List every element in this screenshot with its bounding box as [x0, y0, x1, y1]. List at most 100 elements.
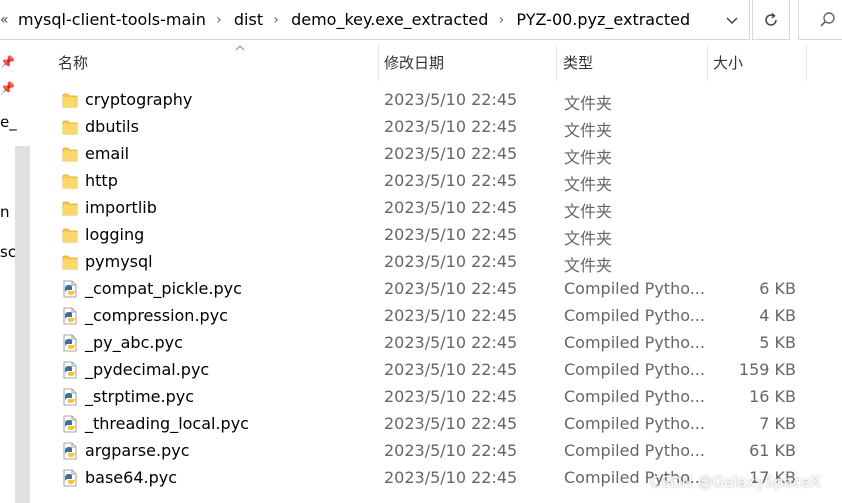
file-size: 5 KB — [759, 333, 796, 352]
column-header-size[interactable]: 大小 — [707, 41, 807, 87]
file-row[interactable]: argparse.pyc 2023/5/10 22:45 Compiled Pyth… — [56, 438, 842, 465]
breadcrumb-item-dist[interactable]: dist — [230, 10, 265, 29]
file-name: importlib — [85, 198, 157, 217]
file-type: Compiled Pytho... — [564, 387, 705, 406]
file-type: 文件夹 — [564, 94, 613, 113]
nav-item-fragment[interactable]: e_ — [0, 113, 17, 131]
file-modified-date: 2023/5/10 22:45 — [384, 252, 518, 271]
file-name: _pydecimal.pyc — [85, 360, 210, 379]
file-list: cryptography 2023/5/10 22:45 文件夹 dbutils 202… — [56, 87, 842, 492]
file-name: _compat_pickle.pyc — [85, 279, 242, 298]
column-divider[interactable] — [806, 45, 807, 81]
column-header-name[interactable]: 名称 — [52, 41, 378, 87]
file-size: 61 KB — [749, 441, 796, 460]
breadcrumb-separator-icon[interactable]: › — [265, 12, 287, 28]
breadcrumb-item-pyz-00-pyz-extracted[interactable]: PYZ-00.pyz_extracted — [512, 10, 692, 29]
file-row[interactable]: _py_abc.pyc 2023/5/10 22:45 Compiled Pytho… — [56, 330, 842, 357]
refresh-button[interactable] — [752, 0, 790, 40]
column-header-type[interactable]: 类型 — [557, 41, 707, 87]
python-file-icon — [63, 361, 77, 379]
file-modified-date: 2023/5/10 22:45 — [384, 360, 518, 379]
file-name: pymysql — [85, 252, 153, 271]
file-row[interactable]: _compression.pyc 2023/5/10 22:45 Compiled … — [56, 303, 842, 330]
file-name: _threading_local.pyc — [85, 414, 249, 433]
file-name: email — [85, 144, 130, 163]
folder-icon — [62, 255, 78, 270]
file-type: Compiled Pytho... — [564, 279, 705, 298]
file-modified-date: 2023/5/10 22:45 — [384, 171, 518, 190]
file-modified-date: 2023/5/10 22:45 — [384, 333, 518, 352]
breadcrumb-separator-icon[interactable]: › — [490, 12, 512, 28]
file-name: _compression.pyc — [85, 306, 228, 325]
file-type: 文件夹 — [564, 175, 613, 194]
python-file-icon — [63, 469, 77, 487]
column-header-date[interactable]: 修改日期 — [378, 41, 556, 87]
file-name: http — [85, 171, 118, 190]
file-row[interactable]: _compat_pickle.pyc 2023/5/10 22:45 Compile… — [56, 276, 842, 303]
file-name: _strptime.pyc — [85, 387, 194, 406]
file-row[interactable]: dbutils 2023/5/10 22:45 文件夹 — [56, 114, 842, 141]
search-box[interactable] — [798, 0, 842, 40]
file-size: 4 KB — [759, 306, 796, 325]
folder-icon — [62, 147, 78, 162]
file-type: 文件夹 — [564, 202, 613, 221]
file-modified-date: 2023/5/10 22:45 — [384, 414, 518, 433]
python-file-icon — [63, 334, 77, 352]
file-name: _py_abc.pyc — [85, 333, 183, 352]
breadcrumb-item-demo-key-exe-extracted[interactable]: demo_key.exe_extracted — [287, 10, 490, 29]
pin-icon: 📌 — [0, 55, 15, 69]
file-modified-date: 2023/5/10 22:45 — [384, 306, 518, 325]
file-type: Compiled Pytho... — [564, 441, 705, 460]
file-row[interactable]: _strptime.pyc 2023/5/10 22:45 Compiled Pyt… — [56, 384, 842, 411]
folder-icon — [62, 174, 78, 189]
file-type: 文件夹 — [564, 121, 613, 140]
file-modified-date: 2023/5/10 22:45 — [384, 279, 518, 298]
file-modified-date: 2023/5/10 22:45 — [384, 90, 518, 109]
file-size: 7 KB — [759, 414, 796, 433]
breadcrumb-overflow-button[interactable]: « — [0, 12, 14, 28]
breadcrumb-separator-icon[interactable]: › — [208, 12, 230, 28]
file-name: argparse.pyc — [85, 441, 190, 460]
file-type: Compiled Pytho... — [564, 414, 705, 433]
breadcrumb[interactable]: « mysql-client-tools-main › dist › demo_… — [0, 0, 750, 40]
file-size: 159 KB — [738, 360, 796, 379]
file-row[interactable]: logging 2023/5/10 22:45 文件夹 — [56, 222, 842, 249]
breadcrumb-item-mysql-client-tools-main[interactable]: mysql-client-tools-main — [14, 10, 208, 29]
file-row[interactable]: http 2023/5/10 22:45 文件夹 — [56, 168, 842, 195]
file-type: Compiled Pytho... — [564, 333, 705, 352]
file-row[interactable]: email 2023/5/10 22:45 文件夹 — [56, 141, 842, 168]
python-file-icon — [63, 388, 77, 406]
file-modified-date: 2023/5/10 22:45 — [384, 387, 518, 406]
file-name: logging — [85, 225, 145, 244]
file-modified-date: 2023/5/10 22:45 — [384, 144, 518, 163]
file-size: 6 KB — [759, 279, 796, 298]
file-row[interactable]: importlib 2023/5/10 22:45 文件夹 — [56, 195, 842, 222]
nav-item-fragment[interactable]: sc — [0, 243, 16, 261]
file-type: 文件夹 — [564, 148, 613, 167]
file-row[interactable]: _pydecimal.pyc 2023/5/10 22:45 Compiled Py… — [56, 357, 842, 384]
file-row[interactable]: pymysql 2023/5/10 22:45 文件夹 — [56, 249, 842, 276]
pin-icon: 📌 — [0, 81, 15, 95]
file-type: Compiled Pytho... — [564, 360, 705, 379]
file-name: dbutils — [85, 117, 139, 136]
refresh-icon — [765, 12, 777, 26]
search-icon — [820, 11, 835, 27]
python-file-icon — [63, 307, 77, 325]
folder-icon — [62, 201, 78, 216]
file-size: 16 KB — [749, 387, 796, 406]
python-file-icon — [63, 280, 77, 298]
file-modified-date: 2023/5/10 22:45 — [384, 441, 518, 460]
column-header: 名称 修改日期 类型 大小 — [30, 41, 842, 87]
file-type: 文件夹 — [564, 229, 613, 248]
file-modified-date: 2023/5/10 22:45 — [384, 198, 518, 217]
file-row[interactable]: cryptography 2023/5/10 22:45 文件夹 — [56, 87, 842, 114]
chevron-down-icon[interactable] — [722, 10, 742, 30]
navigation-pane: 📌 📌 e_ n sc — [0, 41, 30, 503]
nav-item-fragment[interactable]: n — [0, 203, 10, 221]
file-modified-date: 2023/5/10 22:45 — [384, 117, 518, 136]
file-row[interactable]: _threading_local.pyc 2023/5/10 22:45 Compi… — [56, 411, 842, 438]
file-modified-date: 2023/5/10 22:45 — [384, 225, 518, 244]
file-type: Compiled Pytho... — [564, 306, 705, 325]
python-file-icon — [63, 415, 77, 433]
navigation-scrollbar[interactable] — [15, 146, 30, 503]
